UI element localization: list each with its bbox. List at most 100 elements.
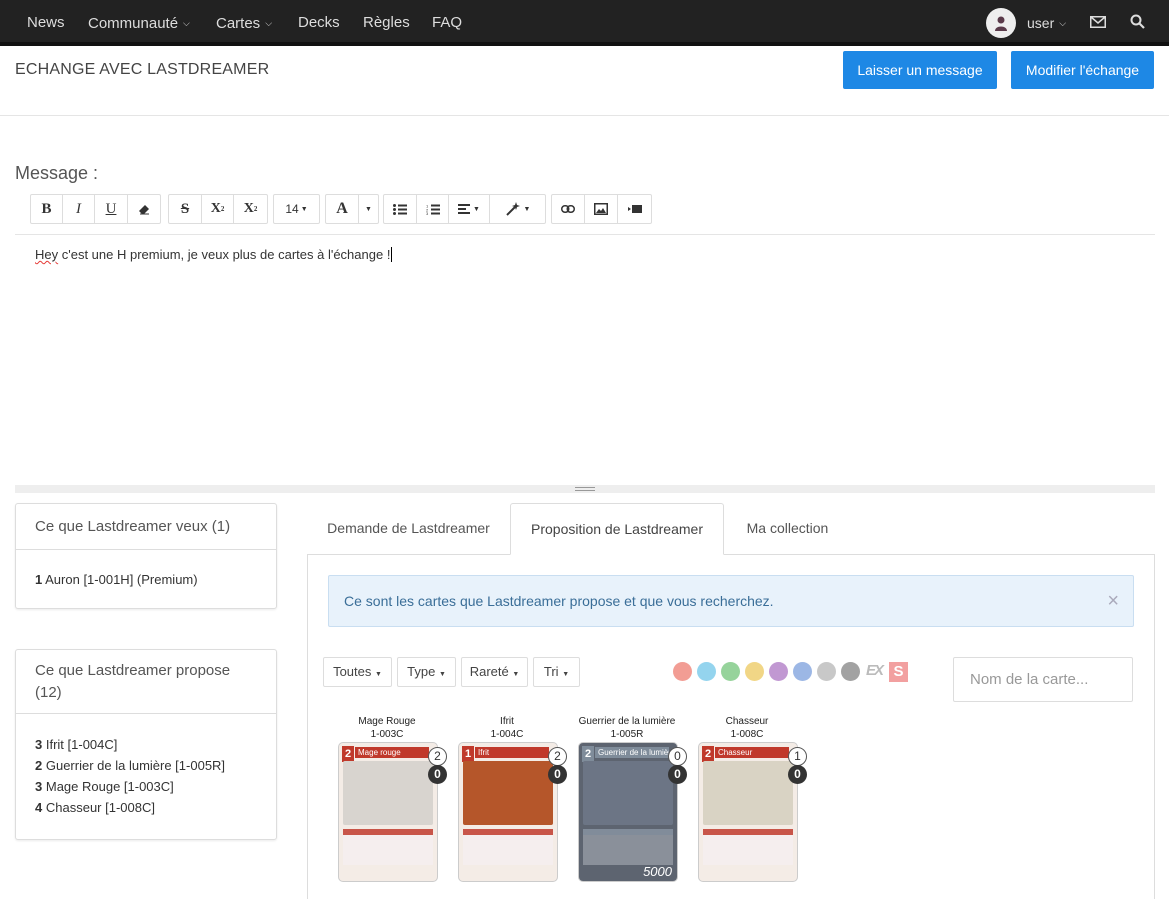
strikethrough-button[interactable]: S [169, 195, 202, 223]
wind-element-icon[interactable] [721, 662, 740, 681]
nav-decks[interactable]: Decks [298, 0, 340, 46]
card-image[interactable]: 1 Ifrit [458, 742, 558, 882]
card-cost: 2 [582, 746, 594, 762]
special-filter[interactable]: S [889, 662, 908, 682]
card-item[interactable]: Chasseur 1-008C 2 Chasseur [687, 715, 807, 882]
dark-element-icon[interactable] [841, 662, 860, 681]
alert-text: Ce sont les cartes que Lastdreamer propo… [344, 593, 774, 609]
close-icon[interactable]: × [1107, 576, 1119, 626]
align-dropdown[interactable]: ▼ [449, 195, 490, 223]
style-dropdown[interactable]: ▼ [490, 195, 545, 223]
nav-cards[interactable]: Cartes ⌵ [216, 0, 272, 46]
toolbar-paragraph-group: 123 ▼ ▼ [383, 194, 546, 224]
wants-panel: Ce que Lastdreamer veux (1) 1 Auron [1-0… [15, 503, 277, 609]
text-color-button[interactable]: A [326, 195, 359, 223]
user-name: user [1027, 15, 1055, 31]
avatar[interactable] [986, 8, 1016, 38]
owned-count-badge: 0 [668, 747, 687, 766]
superscript-button[interactable]: X2 [202, 195, 234, 223]
mail-icon[interactable] [1090, 0, 1106, 46]
tab-proposal[interactable]: Proposition de Lastdreamer [510, 503, 724, 555]
subscript-button[interactable]: X2 [234, 195, 267, 223]
card-power: 5000 [643, 864, 672, 879]
list-item: 2 Guerrier de la lumière [1-005R] [35, 755, 257, 776]
offers-panel: Ce que Lastdreamer propose (12) 3 Ifrit … [15, 649, 277, 840]
video-icon[interactable] [618, 195, 651, 223]
eraser-icon[interactable] [128, 195, 160, 223]
bold-button[interactable]: B [31, 195, 63, 223]
modify-trade-button[interactable]: Modifier l'échange [1011, 51, 1154, 89]
caret-down-icon: ▼ [300, 205, 308, 213]
item-name: Guerrier de la lumière [1-005R] [45, 758, 226, 773]
chevron-down-icon: ⌵ [1059, 18, 1067, 28]
light-element-icon[interactable] [817, 662, 836, 681]
wants-panel-title: Ce que Lastdreamer veux (1) [16, 504, 276, 550]
bullet-list-icon[interactable] [384, 195, 417, 223]
card-art [703, 761, 793, 825]
editor-resize-handle[interactable] [15, 485, 1155, 493]
filter-sort-dropdown[interactable]: Tri ▼ [533, 657, 580, 687]
image-icon[interactable] [585, 195, 618, 223]
caret-down-icon[interactable]: ▼ [359, 195, 378, 223]
tab-collection[interactable]: Ma collection [724, 503, 851, 555]
nav-cards-label: Cartes [216, 15, 261, 32]
numbered-list-icon[interactable]: 123 [417, 195, 449, 223]
font-size-value: 14 [285, 202, 299, 216]
card-image[interactable]: 2 Chasseur [698, 742, 798, 882]
user-menu[interactable]: user ⌵ [1027, 0, 1066, 46]
offers-list: 3 Ifrit [1-004C] 2 Guerrier de la lumièr… [16, 714, 276, 832]
list-item: 1 Auron [1-001H] (Premium) [35, 569, 257, 590]
ex-filter[interactable]: EX [866, 662, 884, 679]
card-item[interactable]: Guerrier de la lumière 1-005R 2 Guerrier de… [567, 715, 687, 882]
toolbar-color-group: A ▼ [325, 194, 379, 224]
toolbar-style-group: B I U [30, 194, 161, 224]
filter-type-dropdown[interactable]: Type ▼ [397, 657, 456, 687]
info-alert: Ce sont les cartes que Lastdreamer propo… [328, 575, 1134, 627]
lightning-element-icon[interactable] [769, 662, 788, 681]
italic-button[interactable]: I [63, 195, 95, 223]
item-qty: 2 [35, 758, 43, 773]
caret-down-icon: ▼ [512, 671, 520, 678]
align-left-icon [458, 204, 471, 214]
item-name: Chasseur [1-008C] [45, 800, 155, 815]
card-text-box [703, 829, 793, 865]
grip-icon [575, 487, 595, 491]
card-title: Chasseur [715, 747, 789, 758]
owned-count-badge: 2 [548, 747, 567, 766]
magic-wand-icon [505, 202, 520, 216]
search-icon[interactable] [1130, 0, 1145, 46]
card-code: 1-008C [730, 729, 764, 740]
card-code: 1-004C [490, 729, 524, 740]
filter-all-dropdown[interactable]: Toutes ▼ [323, 657, 392, 687]
card-name-search-input[interactable] [953, 657, 1133, 702]
ice-element-icon[interactable] [697, 662, 716, 681]
nav-news[interactable]: News [27, 0, 65, 46]
card-art [343, 761, 433, 825]
card-title: Mage rouge [355, 747, 429, 758]
card-art [583, 761, 673, 825]
trade-count-badge: 0 [668, 765, 687, 784]
owned-count-badge: 1 [788, 747, 807, 766]
filter-rarity-dropdown[interactable]: Rareté ▼ [461, 657, 528, 687]
leave-message-button[interactable]: Laisser un message [843, 51, 997, 89]
nav-community[interactable]: Communauté ⌵ [88, 0, 190, 46]
nav-faq[interactable]: FAQ [432, 0, 462, 46]
card-image[interactable]: 2 Guerrier de la lumière 5000 [578, 742, 678, 882]
toolbar-insert-group [551, 194, 652, 224]
underline-button[interactable]: U [95, 195, 128, 223]
water-element-icon[interactable] [793, 662, 812, 681]
card-item[interactable]: Mage Rouge 1-003C 2 Mage rouge [327, 715, 447, 882]
font-size-dropdown[interactable]: 14 ▼ [274, 195, 319, 223]
link-icon[interactable] [552, 195, 585, 223]
card-text-box [343, 829, 433, 865]
caret-down-icon: ▼ [375, 671, 382, 678]
nav-rules[interactable]: Règles [363, 0, 410, 46]
card-image[interactable]: 2 Mage rouge [338, 742, 438, 882]
card-title: Guerrier de la lumière [595, 747, 669, 758]
message-editor[interactable]: Hey c'est une H premium, je veux plus de… [35, 247, 393, 262]
fire-element-icon[interactable] [673, 662, 692, 681]
card-item[interactable]: Ifrit 1-004C 1 Ifrit [447, 715, 567, 882]
tab-request[interactable]: Demande de Lastdreamer [307, 503, 510, 555]
earth-element-icon[interactable] [745, 662, 764, 681]
trade-count-badge: 0 [428, 765, 447, 784]
